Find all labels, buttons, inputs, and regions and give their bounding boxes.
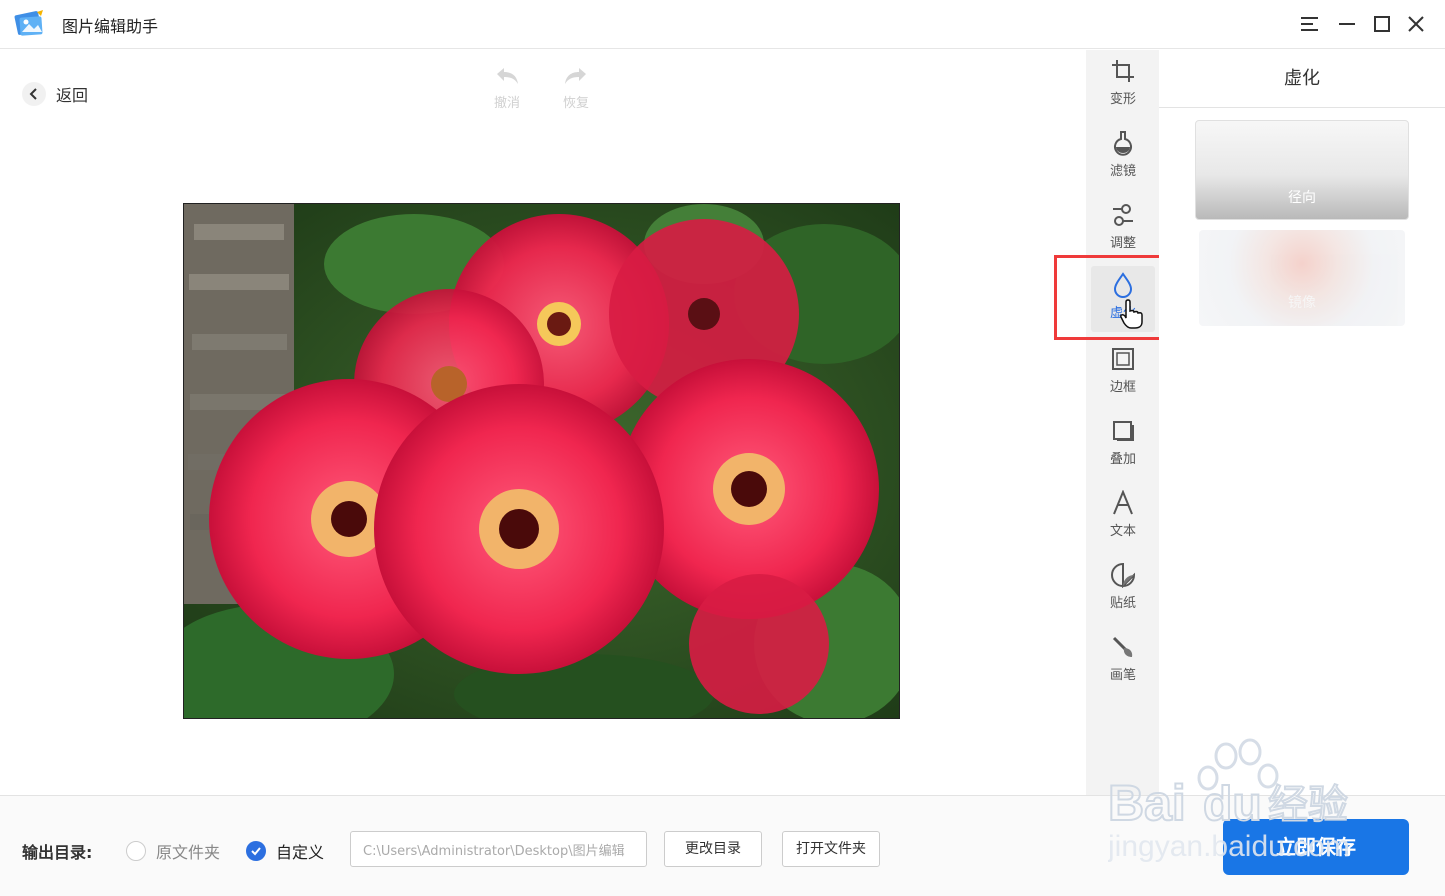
tool-label: 滤镜 [1109, 164, 1136, 179]
photo-preview [183, 203, 900, 719]
flask-icon [1114, 131, 1132, 156]
tool-brush[interactable]: 画笔 [1091, 628, 1155, 694]
minimize-button[interactable] [1333, 10, 1361, 38]
effect-radial[interactable]: 径向 [1195, 120, 1409, 220]
close-button[interactable] [1402, 10, 1430, 38]
brush-icon [1112, 636, 1133, 657]
tool-label: 边框 [1109, 380, 1136, 395]
tool-label: 变形 [1109, 92, 1136, 107]
redo-icon [565, 68, 586, 84]
tool-sticker[interactable]: 贴纸 [1091, 556, 1155, 622]
sticker-icon [1111, 562, 1136, 588]
back-button[interactable]: 返回 [22, 80, 88, 108]
tool-border[interactable]: 边框 [1091, 340, 1155, 406]
undo-icon [497, 68, 518, 84]
flower-photo [184, 204, 899, 718]
app-window: 图片编辑助手 返回 撤消 恢复 变形 滤镜 调整 虚化 边框 叠加 文本 贴纸 … [0, 0, 1445, 896]
overlay-icon [1113, 421, 1134, 441]
panel-title: 虚化 [1159, 50, 1445, 108]
change-dir-button[interactable]: 更改目录 [664, 831, 762, 867]
hand-cursor-icon [1120, 299, 1143, 329]
tool-filter[interactable]: 滤镜 [1091, 124, 1155, 190]
effect-mirror[interactable]: 镜像 [1199, 230, 1405, 326]
menu-icon [1301, 17, 1318, 31]
maximize-icon [1374, 16, 1390, 32]
back-label: 返回 [56, 86, 89, 105]
tool-transform[interactable]: 变形 [1091, 52, 1155, 118]
radio-checked-icon [246, 841, 266, 861]
tool-label: 画笔 [1109, 668, 1136, 683]
redo-label: 恢复 [562, 96, 589, 111]
radio-label: 自定义 [276, 843, 325, 862]
menu-button[interactable] [1296, 10, 1324, 38]
app-logo-icon [14, 10, 43, 36]
blur-panel: 虚化 径向 镜像 [1159, 50, 1445, 795]
effect-label: 径向 [1288, 190, 1316, 206]
tool-label: 文本 [1109, 524, 1136, 539]
radio-unchecked-icon [126, 841, 146, 861]
tool-label: 叠加 [1109, 452, 1136, 467]
redo-button[interactable]: 恢复 [551, 64, 601, 111]
output-path-field[interactable] [350, 831, 647, 867]
app-title: 图片编辑助手 [62, 17, 159, 36]
save-now-button[interactable]: 立即保存 [1223, 819, 1409, 875]
minimize-icon [1339, 23, 1355, 25]
frame-icon [1112, 348, 1134, 370]
radio-custom-folder[interactable]: 自定义 [246, 839, 324, 863]
adjust-icon [1113, 204, 1133, 226]
tool-label: 调整 [1109, 236, 1136, 251]
crop-icon [1112, 60, 1134, 82]
back-chevron-icon [22, 82, 46, 106]
title-bar: 图片编辑助手 [0, 0, 1445, 49]
output-dir-label: 输出目录: [22, 843, 93, 862]
radio-original-folder[interactable]: 原文件夹 [126, 839, 220, 863]
undo-label: 撤消 [493, 96, 520, 111]
open-folder-button[interactable]: 打开文件夹 [782, 831, 880, 867]
tool-sidebar: 变形 滤镜 调整 虚化 边框 叠加 文本 贴纸 画笔 [1086, 50, 1159, 795]
effect-label: 镜像 [1288, 295, 1316, 311]
maximize-button[interactable] [1368, 10, 1396, 38]
editor-canvas-area: 返回 撤消 恢复 [0, 50, 1086, 795]
tool-text[interactable]: 文本 [1091, 484, 1155, 550]
close-icon [1408, 16, 1424, 32]
undo-button[interactable]: 撤消 [482, 64, 532, 111]
tool-label: 贴纸 [1109, 596, 1136, 611]
tool-overlay[interactable]: 叠加 [1091, 412, 1155, 478]
tool-adjust[interactable]: 调整 [1091, 196, 1155, 262]
output-bar: 输出目录: 原文件夹 自定义 更改目录 打开文件夹 立即保存 [0, 795, 1445, 896]
text-icon [1113, 490, 1133, 515]
radio-label: 原文件夹 [156, 843, 221, 862]
